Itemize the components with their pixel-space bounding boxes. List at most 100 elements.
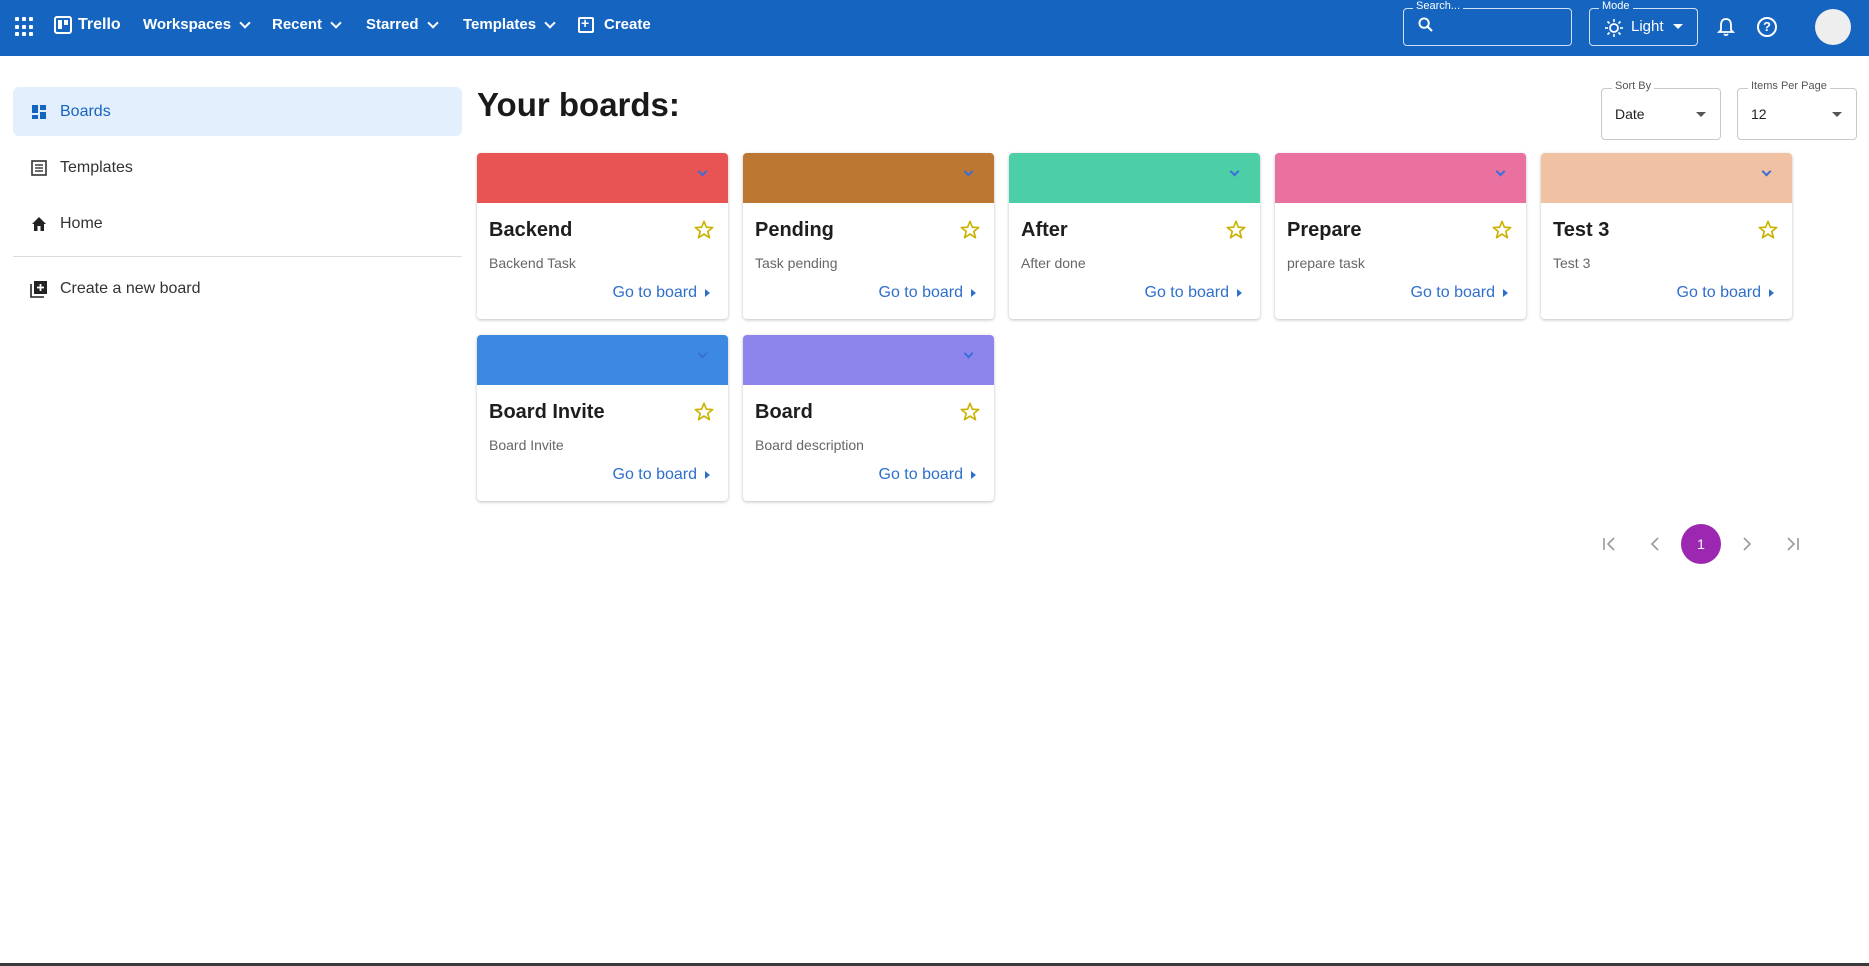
go-to-board-link[interactable]: Go to board <box>879 284 976 302</box>
nav-starred-label: Starred <box>366 16 419 33</box>
create-new-board-label: Create a new board <box>60 279 201 297</box>
mode-value: Light <box>1631 18 1664 35</box>
avatar[interactable] <box>1815 9 1851 45</box>
trello-logo-icon <box>54 16 72 34</box>
sort-by-value: Date <box>1615 106 1645 122</box>
create-label: Create <box>604 16 651 33</box>
board-title: Board Invite <box>489 401 605 423</box>
star-icon[interactable] <box>693 219 715 241</box>
sidebar-item-label: Boards <box>60 102 111 120</box>
help-icon[interactable]: ? <box>1757 17 1777 37</box>
chevron-down-icon[interactable] <box>1229 166 1240 177</box>
go-to-board-link[interactable]: Go to board <box>1677 284 1774 302</box>
nav-recent[interactable]: Recent <box>272 16 342 33</box>
board-card[interactable]: Board Invite Board Invite Go to board <box>477 335 728 501</box>
go-to-board-label: Go to board <box>878 466 964 483</box>
brand-logo-link[interactable]: Trello <box>54 16 121 34</box>
home-icon <box>32 216 46 231</box>
board-color-header <box>1009 153 1260 203</box>
chevron-right-icon <box>1743 537 1752 551</box>
create-new-board-button[interactable]: Create a new board <box>13 264 462 313</box>
mode-label: Mode <box>1599 0 1633 12</box>
caret-right-icon <box>705 471 710 479</box>
board-color-header <box>477 335 728 385</box>
nav-recent-label: Recent <box>272 16 323 33</box>
last-page-button[interactable] <box>1773 524 1813 564</box>
sidebar-item-home[interactable]: Home <box>13 199 462 248</box>
star-icon[interactable] <box>959 401 981 423</box>
board-color-header <box>1275 153 1526 203</box>
chevron-down-icon[interactable] <box>1495 166 1506 177</box>
caret-right-icon <box>971 471 976 479</box>
bell-icon[interactable] <box>1717 17 1735 37</box>
board-description: Board Invite <box>489 437 564 453</box>
star-icon[interactable] <box>959 219 981 241</box>
board-title: Board <box>755 401 813 423</box>
board-color-header <box>1541 153 1792 203</box>
go-to-board-link[interactable]: Go to board <box>878 466 976 484</box>
caret-right-icon <box>705 289 710 297</box>
first-page-button[interactable] <box>1589 524 1629 564</box>
board-title: Test 3 <box>1553 219 1610 241</box>
board-card[interactable]: Test 3 Test 3 Go to board <box>1541 153 1792 319</box>
board-title: Prepare <box>1287 219 1362 241</box>
go-to-board-link[interactable]: Go to board <box>613 466 710 484</box>
chevron-down-icon <box>426 16 439 29</box>
star-icon[interactable] <box>1757 219 1779 241</box>
next-page-button[interactable] <box>1727 524 1767 564</box>
page-1-button[interactable]: 1 <box>1681 524 1721 564</box>
nav-templates[interactable]: Templates <box>463 16 556 33</box>
previous-page-button[interactable] <box>1635 524 1675 564</box>
nav-starred[interactable]: Starred <box>366 16 439 33</box>
board-color-header <box>743 153 994 203</box>
nav-templates-label: Templates <box>463 16 537 33</box>
board-description: Board description <box>755 437 864 453</box>
chevron-down-icon[interactable] <box>963 348 974 359</box>
board-card[interactable]: Pending Task pending Go to board <box>743 153 994 319</box>
chevron-down-icon[interactable] <box>697 166 708 177</box>
chevron-down-icon <box>544 16 556 29</box>
board-card[interactable]: Backend Backend Task Go to board <box>477 153 728 319</box>
caret-down-icon <box>1696 112 1706 117</box>
sidebar-item-templates[interactable]: Templates <box>13 143 462 192</box>
board-card[interactable]: Prepare prepare task Go to board <box>1275 153 1526 319</box>
add-box-icon <box>30 280 47 298</box>
caret-right-icon <box>1503 289 1508 297</box>
nav-workspaces[interactable]: Workspaces <box>143 16 251 33</box>
board-description: Backend Task <box>489 255 576 271</box>
chevron-down-icon <box>239 16 251 29</box>
board-title: Pending <box>755 219 834 241</box>
board-description: Task pending <box>755 255 838 271</box>
go-to-board-label: Go to board <box>1410 284 1496 301</box>
nav-workspaces-label: Workspaces <box>143 16 232 33</box>
go-to-board-label: Go to board <box>612 284 698 301</box>
sidebar-item-label: Templates <box>60 158 133 176</box>
chevron-left-icon <box>1650 537 1659 551</box>
chevron-down-icon[interactable] <box>963 166 974 177</box>
search-icon <box>1418 17 1433 32</box>
dashboard-icon <box>32 104 46 119</box>
create-button[interactable]: Create <box>578 15 651 33</box>
page-title: Your boards: <box>477 86 680 123</box>
go-to-board-label: Go to board <box>1144 284 1230 301</box>
star-icon[interactable] <box>1491 219 1513 241</box>
go-to-board-link[interactable]: Go to board <box>1144 284 1242 302</box>
chevron-down-icon[interactable] <box>1761 166 1772 177</box>
star-icon[interactable] <box>693 401 715 423</box>
items-per-page-value: 12 <box>1751 106 1767 122</box>
board-description: After done <box>1021 255 1086 271</box>
go-to-board-link[interactable]: Go to board <box>612 284 710 302</box>
caret-down-icon <box>1832 112 1842 117</box>
board-card[interactable]: After After done Go to board <box>1009 153 1260 319</box>
board-color-header <box>743 335 994 385</box>
brand-name: Trello <box>78 16 121 33</box>
star-icon[interactable] <box>1225 219 1247 241</box>
caret-right-icon <box>1769 289 1774 297</box>
add-box-icon <box>578 15 594 33</box>
chevron-down-icon[interactable] <box>697 348 708 359</box>
caret-right-icon <box>971 289 976 297</box>
sidebar-item-boards[interactable]: Boards <box>13 87 462 136</box>
apps-grid-icon[interactable] <box>15 17 35 37</box>
go-to-board-link[interactable]: Go to board <box>1410 284 1508 302</box>
board-card[interactable]: Board Board description Go to board <box>743 335 994 501</box>
